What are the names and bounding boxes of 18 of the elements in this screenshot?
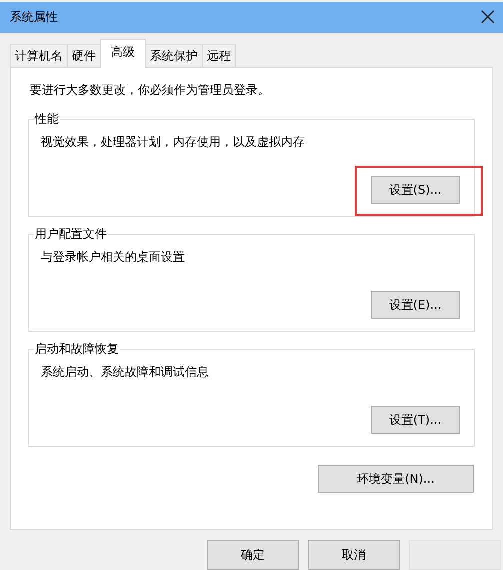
- notice-text: 要进行大多数更改，你必须作为管理员登录。: [30, 82, 271, 98]
- window-title: 系统属性: [10, 8, 58, 26]
- group-description: 系统启动、系统故障和调试信息: [41, 364, 210, 380]
- group-description: 与登录帐户相关的桌面设置: [41, 249, 186, 266]
- group-title: 启动和故障恢复: [34, 341, 120, 358]
- tab[interactable]: 计算机名: [10, 44, 68, 68]
- dialog-button[interactable]: 确定: [207, 540, 299, 570]
- close-icon[interactable]: [481, 10, 495, 24]
- settings-button[interactable]: 设置(T)...: [371, 406, 460, 434]
- environment-variables-button[interactable]: 环境变量(N)...: [318, 465, 474, 494]
- tab[interactable]: 远程: [202, 44, 236, 68]
- settings-button[interactable]: 设置(S)...: [371, 176, 460, 204]
- tab[interactable]: 高级: [100, 39, 146, 68]
- group-description: 视觉效果，处理器计划，内存使用，以及虚拟内存: [41, 134, 306, 150]
- group-title: 性能: [34, 111, 60, 128]
- dialog-button[interactable]: 取消: [308, 540, 400, 570]
- group-title: 用户配置文件: [34, 226, 108, 242]
- settings-button[interactable]: 设置(E)...: [371, 291, 460, 320]
